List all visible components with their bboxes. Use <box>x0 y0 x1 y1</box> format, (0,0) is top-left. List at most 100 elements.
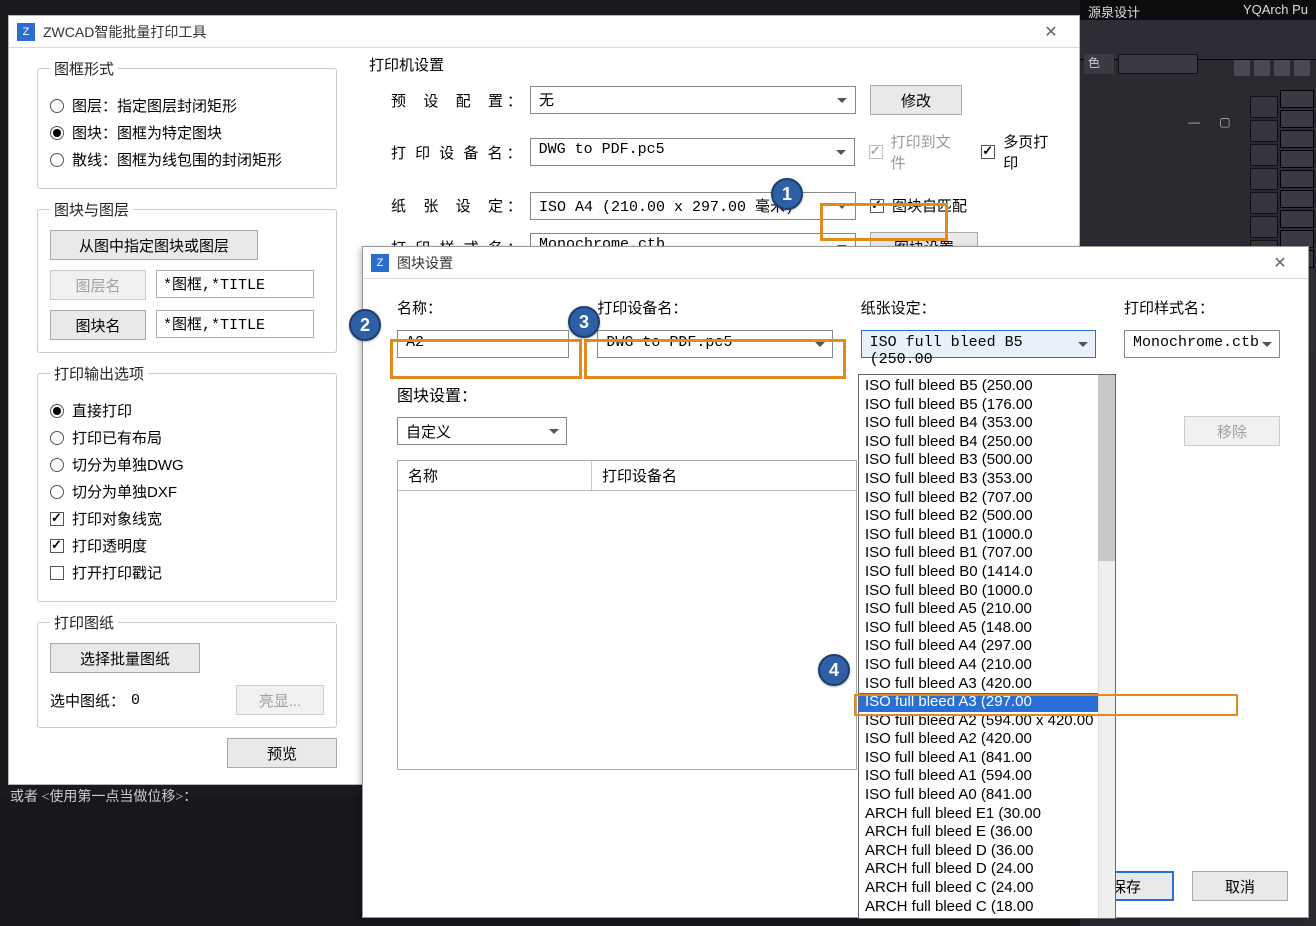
palette-icon[interactable] <box>1280 110 1314 128</box>
paper-option[interactable]: ISO full bleed B1 (1000.0 <box>859 526 1098 545</box>
ribbon-icon[interactable] <box>1234 60 1250 76</box>
nav-tool-icon[interactable] <box>1250 216 1278 238</box>
group-frame-form: 图框形式 图层：指定图层封闭矩形 图块：图框为特定图块 散线：图框为线包围的封闭… <box>37 58 337 189</box>
radio-label: 图层：指定图层封闭矩形 <box>72 95 237 116</box>
radio-frame-layer[interactable]: 图层：指定图层封闭矩形 <box>50 95 324 116</box>
select-block-device[interactable]: DWG to PDF.pc5 <box>597 330 832 358</box>
label-device: 打印设备名 <box>391 142 503 163</box>
paper-option[interactable]: ARCH full bleed C (18.00 <box>859 898 1098 917</box>
palette-icon[interactable] <box>1280 150 1314 168</box>
paper-option[interactable]: ISO full bleed A4 (210.00 <box>859 656 1098 675</box>
select-paper[interactable]: ISO A4 (210.00 x 297.00 毫米) <box>530 192 856 220</box>
radio-split-dwg[interactable]: 切分为单独DWG <box>50 454 324 475</box>
btn-preview[interactable]: 预览 <box>227 738 337 768</box>
paper-option[interactable]: ISO full bleed B4 (353.00 <box>859 414 1098 433</box>
check-multipage[interactable]: 多页打印 <box>981 131 1063 173</box>
input-block-name[interactable]: *图框,*TITLE <box>156 310 314 338</box>
select-device[interactable]: DWG to PDF.pc5 <box>530 138 855 166</box>
group-sheets-legend: 打印图纸 <box>50 612 118 633</box>
check-stamp[interactable]: 打开打印戳记 <box>50 562 324 583</box>
paper-option[interactable]: ISO full bleed B2 (707.00 <box>859 489 1098 508</box>
btn-modify[interactable]: 修改 <box>870 85 962 115</box>
radio-existing-layout[interactable]: 打印已有布局 <box>50 427 324 448</box>
radio-split-dxf[interactable]: 切分为单独DXF <box>50 481 324 502</box>
paper-option[interactable]: ISO full bleed B1 (707.00 <box>859 544 1098 563</box>
radio-frame-scatter[interactable]: 散线：图框为线包围的封闭矩形 <box>50 149 324 170</box>
radio-direct-print[interactable]: 直接打印 <box>50 400 324 421</box>
paper-option[interactable]: ISO full bleed A1 (594.00 <box>859 767 1098 786</box>
ribbon-combo[interactable] <box>1118 54 1198 74</box>
label-paper2: 纸张设定： <box>861 297 1096 318</box>
nav-tool-icon[interactable] <box>1250 96 1278 118</box>
paper-option[interactable]: ISO full bleed B3 (353.00 <box>859 470 1098 489</box>
paper-option[interactable]: ISO full bleed A3 (420.00 <box>859 675 1098 694</box>
nav-tool-icon[interactable] <box>1250 192 1278 214</box>
nav-tool-icon[interactable] <box>1250 168 1278 190</box>
btn-cancel[interactable]: 取消 <box>1192 871 1288 901</box>
paper-option[interactable]: ARCH full bleed D (36.00 <box>859 842 1098 861</box>
annotation-badge-4: 4 <box>818 654 850 686</box>
paper-option[interactable]: ISO full bleed B4 (250.00 <box>859 433 1098 452</box>
scrollbar-thumb[interactable] <box>1098 375 1115 561</box>
check-transparency[interactable]: 打印透明度 <box>50 535 324 556</box>
paper-option[interactable]: ARCH full bleed E1 (30.00 <box>859 805 1098 824</box>
select-preset[interactable]: 无 <box>530 86 856 114</box>
check-block-automatch[interactable]: 图块自匹配 <box>870 195 967 216</box>
close-icon[interactable]: ✕ <box>1260 253 1300 273</box>
paper-size-dropdown[interactable]: ISO full bleed B5 (250.00ISO full bleed … <box>858 374 1116 919</box>
paper-option[interactable]: ISO full bleed A3 (297.00 <box>859 693 1098 712</box>
btn-block-name[interactable]: 图块名 <box>50 310 146 340</box>
close-icon[interactable]: ✕ <box>1031 22 1071 42</box>
input-layer-name[interactable]: *图框,*TITLE <box>156 270 314 298</box>
palette-icon[interactable] <box>1280 170 1314 188</box>
table-col-name: 名称 <box>398 461 592 490</box>
paper-option[interactable]: ISO full bleed A0 (841.00 <box>859 786 1098 805</box>
paper-option[interactable]: ISO full bleed B0 (1000.0 <box>859 582 1098 601</box>
paper-option[interactable]: ISO full bleed A2 (420.00 <box>859 730 1098 749</box>
nav-tool-icon[interactable] <box>1250 120 1278 142</box>
btn-spec-from-drawing[interactable]: 从图中指定图块或图层 <box>50 230 258 260</box>
check-lineweight[interactable]: 打印对象线宽 <box>50 508 324 529</box>
paper-option[interactable]: ISO full bleed B3 (500.00 <box>859 451 1098 470</box>
menu-item-yqarch[interactable]: YQArch Pu <box>1235 0 1316 19</box>
paper-option[interactable]: ISO full bleed B5 (250.00 <box>859 377 1098 396</box>
palette-icon[interactable] <box>1280 90 1314 108</box>
paper-option[interactable]: ARCH full bleed B (18.00 <box>859 916 1098 919</box>
checkbox-label: 打印到文件 <box>891 131 966 173</box>
ribbon-icon[interactable] <box>1254 60 1270 76</box>
btn-layer-name: 图层名 <box>50 270 146 300</box>
select-block-paper[interactable]: ISO full bleed B5 (250.00 <box>861 330 1096 358</box>
radio-label: 散线：图框为线包围的封闭矩形 <box>72 149 282 170</box>
paper-option[interactable]: ISO full bleed A5 (210.00 <box>859 600 1098 619</box>
group-output-legend: 打印输出选项 <box>50 363 148 384</box>
paper-option[interactable]: ARCH full bleed E (36.00 <box>859 823 1098 842</box>
btn-select-sheets[interactable]: 选择批量图纸 <box>50 643 200 673</box>
select-block-setting[interactable]: 自定义 <box>397 417 567 445</box>
block-dialog-title: 图块设置 <box>397 253 1260 273</box>
ribbon-dropdown-color[interactable]: 色 <box>1084 54 1114 74</box>
select-block-style[interactable]: Monochrome.ctb <box>1124 330 1280 358</box>
palette-icon[interactable] <box>1280 190 1314 208</box>
label-block-setting: 图块设置： <box>397 382 1280 406</box>
paper-option[interactable]: ISO full bleed B2 (500.00 <box>859 507 1098 526</box>
nav-tool-icon[interactable] <box>1250 144 1278 166</box>
paper-option[interactable]: ISO full bleed B5 (176.00 <box>859 396 1098 415</box>
block-config-table[interactable]: 名称 打印设备名 <box>397 460 857 770</box>
label-name: 名称： <box>397 297 569 318</box>
radio-frame-block[interactable]: 图块：图框为特定图块 <box>50 122 324 143</box>
paper-option[interactable]: ISO full bleed A4 (297.00 <box>859 637 1098 656</box>
ribbon-icon[interactable] <box>1274 60 1290 76</box>
ribbon-icon[interactable] <box>1294 60 1310 76</box>
paper-option[interactable]: ISO full bleed A2 (594.00 x 420.00 毫米) <box>859 712 1098 731</box>
input-block-cfg-name[interactable]: A2 <box>397 330 569 358</box>
paper-option[interactable]: ISO full bleed A1 (841.00 <box>859 749 1098 768</box>
paper-option[interactable]: ARCH full bleed D (24.00 <box>859 860 1098 879</box>
paper-option[interactable]: ISO full bleed A5 (148.00 <box>859 619 1098 638</box>
label-device2: 打印设备名： <box>597 297 832 318</box>
radio-label: 切分为单独DXF <box>72 481 177 502</box>
palette-icon[interactable] <box>1280 210 1314 228</box>
paper-option[interactable]: ISO full bleed B0 (1414.0 <box>859 563 1098 582</box>
paper-option[interactable]: ARCH full bleed C (24.00 <box>859 879 1098 898</box>
background-ribbon: 色 <box>1080 20 1316 60</box>
palette-icon[interactable] <box>1280 130 1314 148</box>
